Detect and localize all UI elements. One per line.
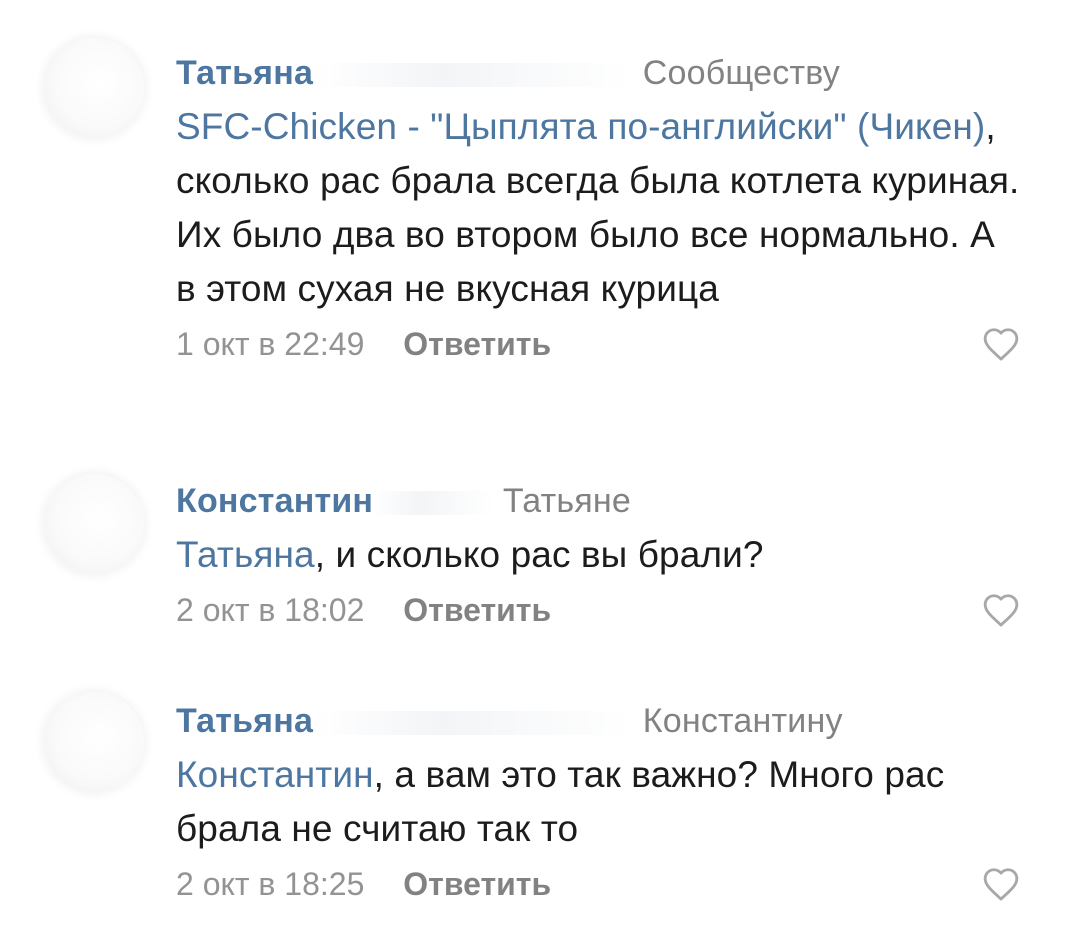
mention-link[interactable]: SFC-Chicken - "Цыплята по-английски" (Чи… [176,106,985,147]
comment-date[interactable]: 1 окт в 22:49 [176,326,364,362]
comment-header: Татьяна Константину [176,694,1020,748]
comment-date[interactable]: 2 окт в 18:25 [176,866,364,902]
author-name[interactable]: Константин [176,482,373,520]
reply-button[interactable]: Ответить [403,592,551,628]
comment-meta: 2 окт в 18:25 Ответить [176,858,1020,910]
author-name[interactable]: Татьяна [176,54,313,92]
avatar[interactable] [44,474,144,574]
mention-link[interactable]: Татьяна [176,534,315,575]
comment-date[interactable]: 2 окт в 18:02 [176,592,364,628]
heart-outline-icon[interactable] [982,592,1020,628]
mention-link[interactable]: Константин [176,754,374,795]
comment-header: Татьяна Сообществу [176,46,1020,100]
comment-body: Татьяна Сообществу SFC-Chicken - "Цыплят… [176,46,1020,370]
comments-feed: Татьяна Сообществу SFC-Chicken - "Цыплят… [0,0,1080,946]
comment-text: SFC-Chicken - "Цыплята по-английски" (Чи… [176,100,1020,316]
comment-body: Константин Татьяне Татьяна, и сколько ра… [176,474,1020,636]
comment-meta: 1 окт в 22:49 Ответить [176,318,1020,370]
author-surname-obscured [313,711,634,736]
heart-outline-icon[interactable] [982,326,1020,362]
reply-target: Татьяне [502,482,631,520]
comment-text: Константин, а вам это так важно? Много р… [176,748,1020,856]
avatar[interactable] [44,38,144,138]
avatar[interactable] [44,692,144,792]
author-name[interactable]: Татьяна [176,702,313,740]
reply-button[interactable]: Ответить [403,326,551,362]
comment-text: Татьяна, и сколько рас вы брали? [176,528,1020,582]
author-surname-obscured [313,63,634,88]
comment-header: Константин Татьяне [176,474,1020,528]
comment-meta: 2 окт в 18:02 Ответить [176,584,1020,636]
reply-button[interactable]: Ответить [403,866,551,902]
comment-message: , и сколько рас вы брали? [314,534,764,575]
comment-body: Татьяна Константину Константин, а вам эт… [176,694,1020,910]
reply-target: Константину [642,702,843,740]
heart-outline-icon[interactable] [982,866,1020,902]
reply-target: Сообществу [642,54,840,92]
author-surname-obscured [373,491,494,516]
